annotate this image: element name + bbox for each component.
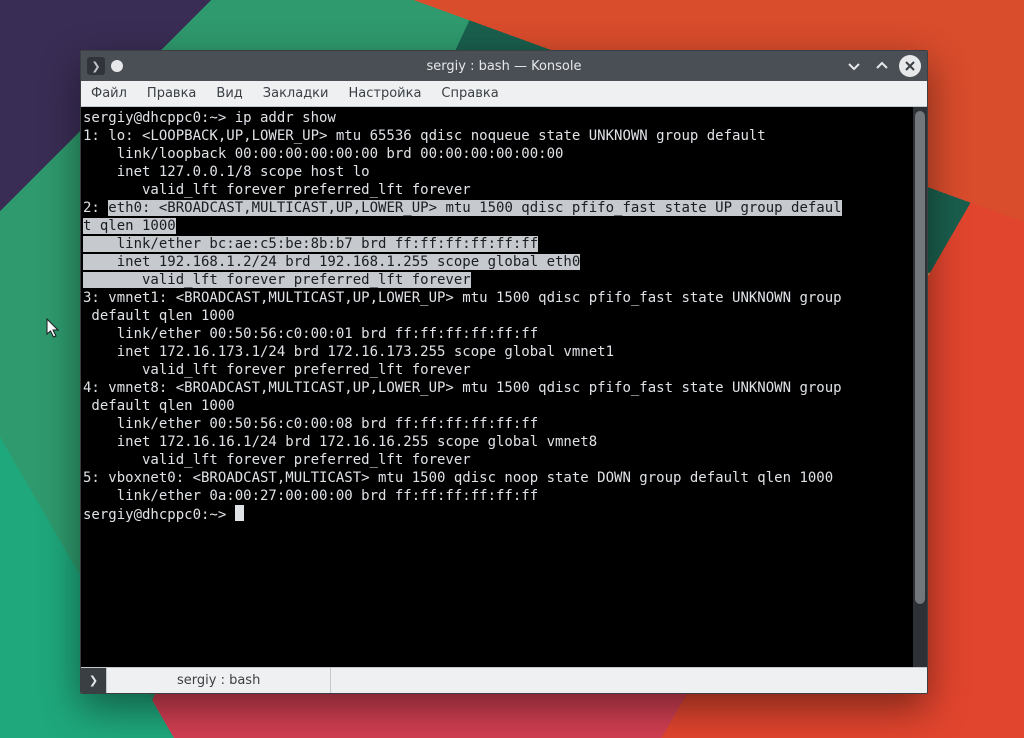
output-line: 5: vboxnet0: <BROADCAST,MULTICAST> mtu 1… <box>83 470 833 486</box>
output-line: 4: vmnet8: <BROADCAST,MULTICAST,UP,LOWER… <box>83 380 842 396</box>
output-line: default qlen 1000 <box>83 308 235 324</box>
prompt-text: sergiy@dhcppc0:~> <box>83 507 235 523</box>
output-line: valid_lft forever preferred_lft forever <box>83 362 471 378</box>
konsole-window: ❯ sergiy : bash — Konsole Файл Правка Ви… <box>80 50 928 694</box>
output-line: inet 172.16.173.1/24 brd 172.16.173.255 … <box>83 344 614 360</box>
menu-settings[interactable]: Настройка <box>338 81 431 106</box>
mouse-cursor <box>46 318 62 340</box>
menu-file[interactable]: Файл <box>81 81 137 106</box>
tab-active[interactable]: sergiy : bash <box>107 668 331 693</box>
window-title: sergiy : bash — Konsole <box>301 59 707 74</box>
output-line: link/ether 00:50:56:c0:00:01 brd ff:ff:f… <box>83 326 538 342</box>
output-line: valid_lft forever preferred_lft forever <box>83 452 471 468</box>
output-line: default qlen 1000 <box>83 398 235 414</box>
output-line: link/ether 00:50:56:c0:00:08 brd ff:ff:f… <box>83 416 538 432</box>
output-line: inet 127.0.0.1/8 scope host lo <box>83 164 370 180</box>
output-line: link/ether 0a:00:27:00:00:00 brd ff:ff:f… <box>83 488 538 504</box>
terminal-cursor <box>235 505 244 521</box>
terminal-viewport: sergiy@dhcppc0:~> ip addr show 1: lo: <L… <box>81 107 927 667</box>
app-bullet-icon: ❯ <box>87 57 105 75</box>
selection: link/ether bc:ae:c5:be:8b:b7 brd ff:ff:f… <box>83 236 538 252</box>
selection: t qlen 1000 <box>83 218 176 234</box>
titlebar[interactable]: ❯ sergiy : bash — Konsole <box>81 51 927 81</box>
output-text: 2: <box>83 200 108 216</box>
output-line: link/loopback 00:00:00:00:00:00 brd 00:0… <box>83 146 563 162</box>
output-line: 2: eth0: <BROADCAST,MULTICAST,UP,LOWER_U… <box>83 200 842 216</box>
scrollbar-thumb[interactable] <box>915 111 925 604</box>
output-line: 3: vmnet1: <BROADCAST,MULTICAST,UP,LOWER… <box>83 290 842 306</box>
output-line: valid_lft forever preferred_lft forever <box>83 182 471 198</box>
new-tab-button[interactable]: ❯ <box>81 668 107 693</box>
menubar: Файл Правка Вид Закладки Настройка Справ… <box>81 81 927 107</box>
menu-edit[interactable]: Правка <box>137 81 206 106</box>
minimize-button[interactable] <box>843 55 865 77</box>
command-text: ip addr show <box>235 110 336 126</box>
close-button[interactable] <box>899 55 921 77</box>
app-dot-icon <box>111 60 123 72</box>
prompt-line: sergiy@dhcppc0:~> ip addr show <box>83 110 336 126</box>
selection: inet 192.168.1.2/24 brd 192.168.1.255 sc… <box>83 254 580 270</box>
maximize-button[interactable] <box>871 55 893 77</box>
selection: eth0: <BROADCAST,MULTICAST,UP,LOWER_UP> … <box>108 200 841 216</box>
output-line: 1: lo: <LOOPBACK,UP,LOWER_UP> mtu 65536 … <box>83 128 766 144</box>
selection: valid_lft forever preferred_lft forever <box>83 272 471 288</box>
terminal-scrollbar[interactable] <box>913 107 927 667</box>
terminal[interactable]: sergiy@dhcppc0:~> ip addr show 1: lo: <L… <box>81 107 911 667</box>
output-line: inet 172.16.16.1/24 brd 172.16.16.255 sc… <box>83 434 597 450</box>
prompt-line: sergiy@dhcppc0:~> <box>83 507 244 523</box>
tabbar: ❯ sergiy : bash <box>81 667 927 693</box>
menu-view[interactable]: Вид <box>206 81 252 106</box>
menu-help[interactable]: Справка <box>431 81 508 106</box>
menu-bookmarks[interactable]: Закладки <box>253 81 339 106</box>
prompt-text: sergiy@dhcppc0:~> <box>83 110 235 126</box>
